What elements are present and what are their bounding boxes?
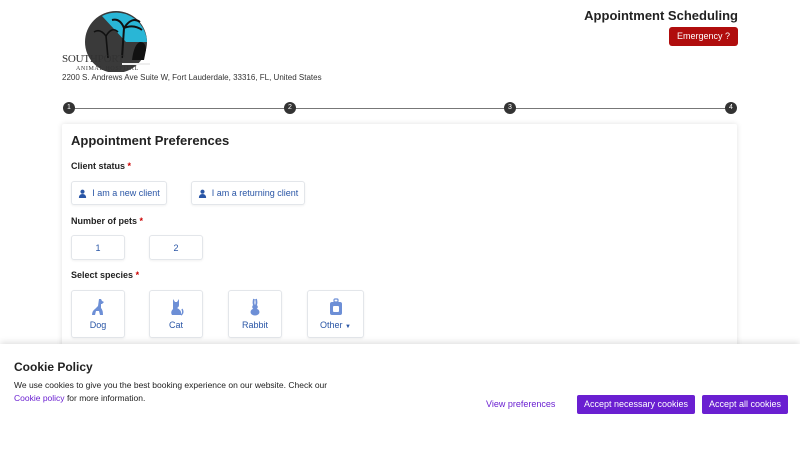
species-dog[interactable]: Dog bbox=[71, 290, 125, 338]
step-2: 2 bbox=[284, 102, 296, 114]
species-rabbit[interactable]: Rabbit bbox=[228, 290, 282, 338]
logo-wordmark: SOUTHPORT ANIMAL HOSPITAL bbox=[62, 53, 139, 73]
emergency-button[interactable]: Emergency ? bbox=[668, 27, 738, 46]
number-of-pets-label: Number of pets * bbox=[71, 216, 144, 226]
page-title: Appointment Scheduling bbox=[584, 8, 738, 23]
cookie-title: Cookie Policy bbox=[14, 360, 93, 374]
pets-count-1[interactable]: 1 bbox=[71, 235, 125, 260]
step-1: 1 bbox=[63, 102, 75, 114]
dog-icon bbox=[90, 298, 106, 316]
appointment-preferences-card: Appointment Preferences Client status * … bbox=[62, 124, 737, 354]
species-other-dropdown[interactable]: Other ▼ bbox=[307, 290, 364, 338]
user-icon bbox=[198, 189, 207, 198]
caret-down-icon: ▼ bbox=[345, 324, 351, 330]
species-cat[interactable]: Cat bbox=[149, 290, 203, 338]
rabbit-icon bbox=[247, 298, 263, 316]
cookie-text: We use cookies to give you the best book… bbox=[14, 380, 328, 403]
cat-icon bbox=[168, 298, 184, 316]
new-client-option[interactable]: I am a new client bbox=[71, 181, 167, 205]
progress-stepper: 1 2 3 4 bbox=[63, 102, 737, 114]
stepper-line bbox=[69, 108, 731, 109]
pets-count-2[interactable]: 2 bbox=[149, 235, 203, 260]
cookie-banner: Cookie Policy We use cookies to give you… bbox=[0, 344, 800, 450]
client-status-label: Client status * bbox=[71, 161, 132, 171]
cookie-policy-link[interactable]: Cookie policy bbox=[14, 393, 65, 403]
step-4: 4 bbox=[725, 102, 737, 114]
returning-client-option[interactable]: I am a returning client bbox=[191, 181, 305, 205]
accept-necessary-cookies-button[interactable]: Accept necessary cookies bbox=[577, 395, 696, 414]
step-3: 3 bbox=[504, 102, 516, 114]
accept-all-cookies-button[interactable]: Accept all cookies bbox=[702, 395, 789, 414]
hospital-address: 2200 S. Andrews Ave Suite W, Fort Lauder… bbox=[62, 73, 322, 82]
pet-carrier-icon bbox=[328, 298, 344, 316]
user-icon bbox=[78, 189, 87, 198]
view-preferences-button[interactable]: View preferences bbox=[486, 399, 555, 409]
section-title: Appointment Preferences bbox=[71, 133, 230, 148]
select-species-label: Select species * bbox=[71, 270, 140, 280]
